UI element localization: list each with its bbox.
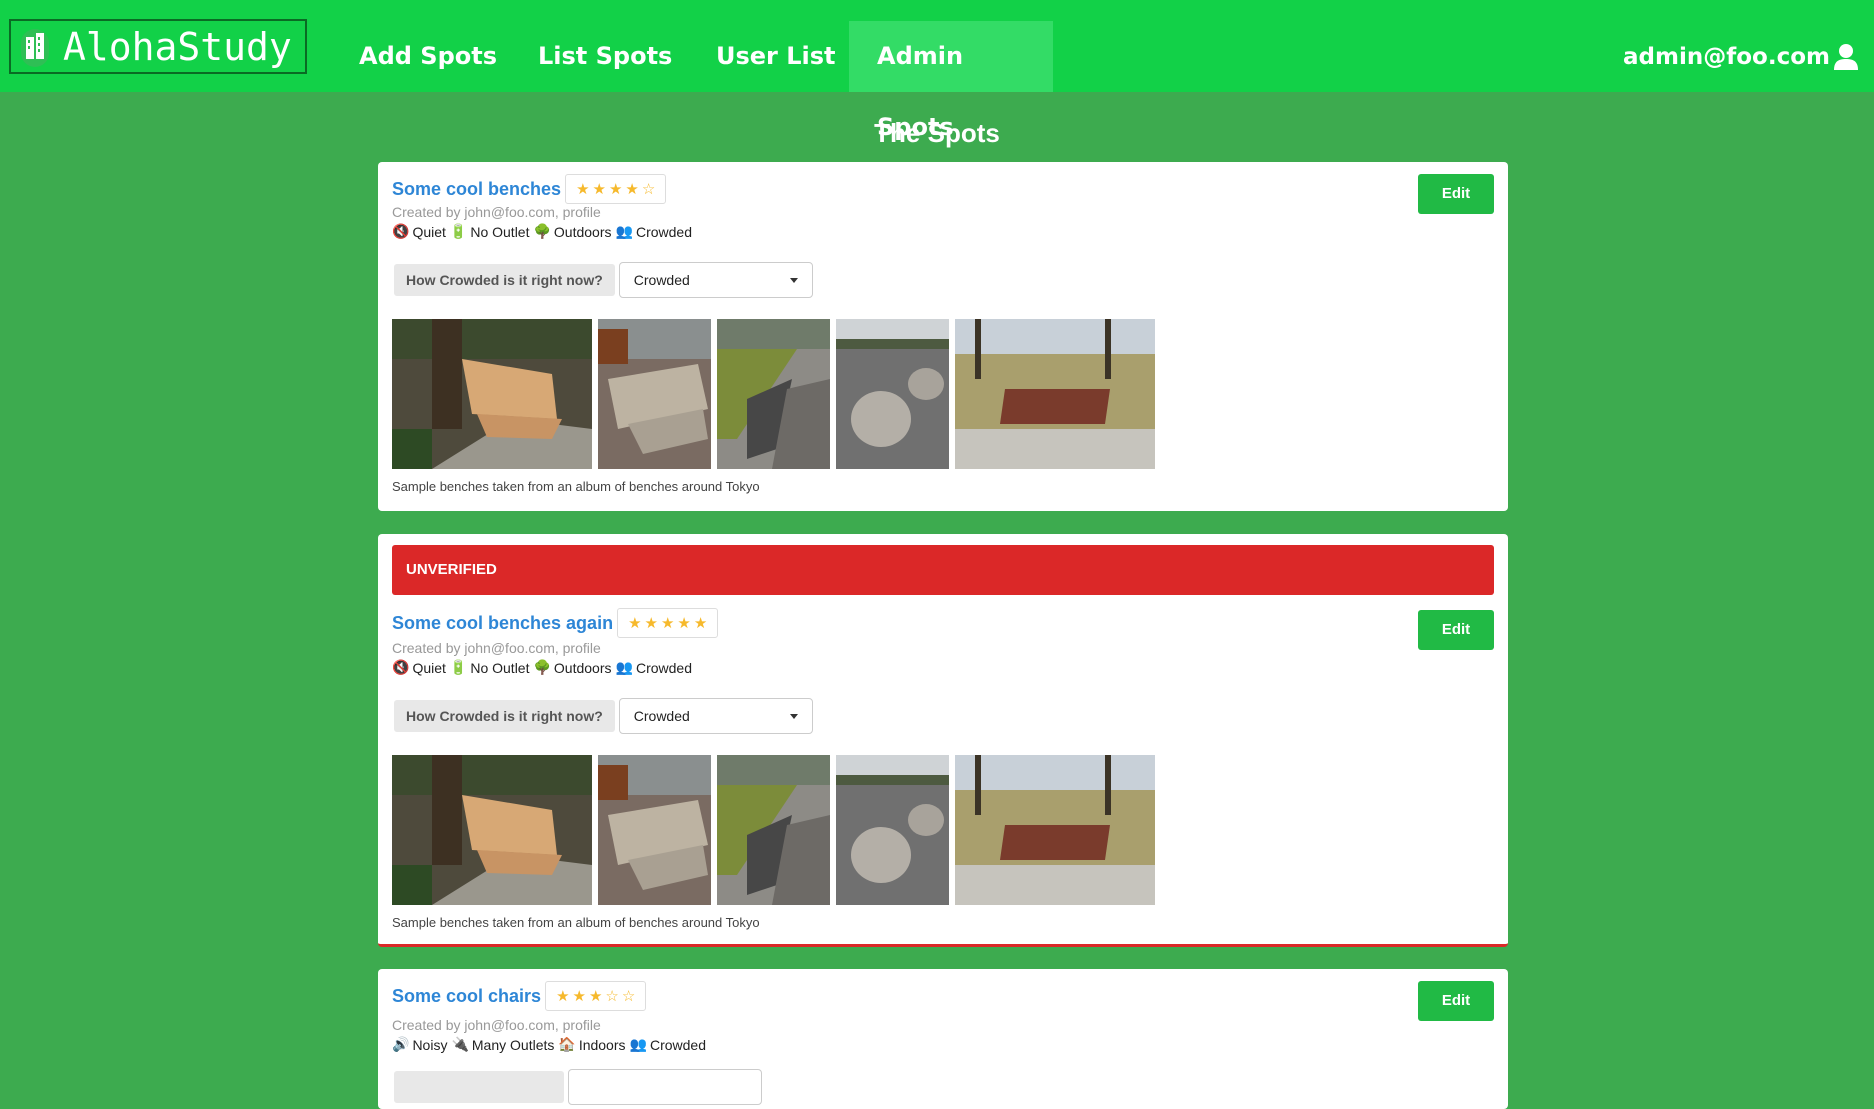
crowd-input-group: How Crowded is it right now? Crowded	[394, 262, 813, 298]
spot-tags: 🔇 Quiet 🔋 No Outlet 🌳 Outdoors 👥 Crowded	[392, 223, 696, 240]
user-email: admin@foo.com	[1623, 43, 1830, 70]
photo-strip	[392, 755, 1155, 905]
tag-label: Quiet	[412, 223, 446, 240]
crowd-select-value: Crowded	[633, 708, 690, 724]
star-filled-icon: ★	[592, 181, 606, 198]
caret-down-icon	[789, 277, 798, 283]
tree-icon: 🌳	[533, 223, 551, 239]
bench-photo[interactable]	[392, 755, 592, 905]
star-filled-icon: ★	[660, 615, 675, 632]
tag-label: Quiet	[412, 659, 446, 676]
crowd-select[interactable]: Crowded	[618, 262, 813, 298]
spot-creator: Created by john@foo.com, profile	[392, 640, 601, 656]
bench-photo[interactable]	[598, 755, 711, 905]
star-rating[interactable]: ★ ★ ★ ☆ ☆	[545, 981, 647, 1011]
speaker-mute-icon: 🔇	[392, 223, 410, 239]
spot-tags: 🔊 Noisy 🔌 Many Outlets 🏠 Indoors 👥 Crowded	[392, 1036, 710, 1053]
star-empty-icon: ☆	[621, 988, 636, 1005]
tree-icon: 🌳	[533, 659, 551, 675]
nav-user-list[interactable]: User List	[688, 21, 864, 92]
nav-admin-spots[interactable]: Admin Spots	[849, 21, 1053, 141]
crowd-label: How Crowded is it right now?	[394, 700, 615, 732]
unverified-banner: UNVERIFIED	[392, 545, 1494, 595]
photo-strip	[392, 319, 1155, 469]
bench-photo[interactable]	[836, 755, 949, 905]
crowd-input-group	[394, 1069, 762, 1105]
tag-label: Crowded	[635, 659, 692, 676]
star-rating[interactable]: ★ ★ ★ ★ ☆	[565, 174, 667, 204]
bench-photo[interactable]	[717, 755, 830, 905]
star-empty-icon: ☆	[641, 181, 656, 198]
people-icon: 👥	[629, 1036, 647, 1052]
tag-label: Crowded	[649, 1036, 706, 1053]
star-filled-icon: ★	[556, 988, 570, 1005]
star-filled-icon: ★	[628, 615, 642, 632]
speaker-loud-icon: 🔊	[392, 1036, 410, 1052]
spot-card: UNVERIFIED Some cool benches again ★ ★ ★…	[378, 534, 1508, 947]
app-name: AlohaStudy	[63, 24, 292, 69]
bench-photo[interactable]	[955, 319, 1155, 469]
tag-label: No Outlet	[470, 223, 530, 240]
tag-label: Indoors	[578, 1036, 626, 1053]
battery-icon: 🔋	[449, 223, 468, 239]
spot-name-link[interactable]: Some cool chairs	[392, 986, 541, 1007]
crowd-select-value: Crowded	[633, 272, 690, 288]
star-filled-icon: ★	[625, 181, 639, 198]
star-filled-icon: ★	[693, 615, 708, 632]
people-icon: 👥	[615, 659, 633, 675]
speaker-mute-icon: 🔇	[392, 659, 410, 675]
bench-photo[interactable]	[836, 319, 949, 469]
tag-label: Many Outlets	[471, 1036, 555, 1053]
spot-card: Some cool chairs ★ ★ ★ ☆ ☆ Created by jo…	[378, 969, 1508, 1109]
tag-label: Outdoors	[553, 659, 612, 676]
star-filled-icon: ★	[576, 181, 590, 198]
building-logo-icon	[21, 28, 49, 67]
user-menu[interactable]: admin@foo.com	[1623, 21, 1860, 92]
bench-photo[interactable]	[392, 319, 592, 469]
star-filled-icon: ★	[677, 615, 691, 632]
spot-tags: 🔇 Quiet 🔋 No Outlet 🌳 Outdoors 👥 Crowded	[392, 659, 696, 676]
battery-icon: 🔋	[449, 659, 468, 675]
star-filled-icon: ★	[644, 615, 658, 632]
page-title: The Spots	[874, 118, 1000, 148]
user-icon	[1834, 43, 1858, 70]
star-filled-icon: ★	[608, 181, 623, 198]
edit-button[interactable]: Edit	[1418, 174, 1494, 214]
bench-photo[interactable]	[717, 319, 830, 469]
crowd-select[interactable]	[568, 1069, 762, 1105]
edit-button[interactable]: Edit	[1418, 981, 1494, 1021]
tag-label: Outdoors	[553, 223, 612, 240]
spot-creator: Created by john@foo.com, profile	[392, 204, 601, 220]
crowd-label: How Crowded is it right now?	[394, 264, 615, 296]
plug-icon: 🔌	[451, 1036, 469, 1052]
tag-label: No Outlet	[470, 659, 530, 676]
spot-card: Some cool benches ★ ★ ★ ★ ☆ Created by j…	[378, 162, 1508, 511]
spot-caption: Sample benches taken from an album of be…	[392, 915, 760, 930]
star-filled-icon: ★	[572, 988, 586, 1005]
star-rating[interactable]: ★ ★ ★ ★ ★	[617, 608, 719, 638]
spot-creator: Created by john@foo.com, profile	[392, 1017, 601, 1033]
bench-photo[interactable]	[598, 319, 711, 469]
spot-name-link[interactable]: Some cool benches again	[392, 613, 613, 634]
nav-add-spots[interactable]: Add Spots	[331, 21, 525, 92]
spot-name-link[interactable]: Some cool benches	[392, 179, 561, 200]
top-navbar: AlohaStudy Add Spots List Spots User Lis…	[0, 0, 1874, 141]
caret-down-icon	[789, 713, 798, 719]
house-icon: 🏠	[558, 1036, 576, 1052]
tag-label: Noisy	[412, 1036, 448, 1053]
star-filled-icon: ★	[588, 988, 603, 1005]
spot-caption: Sample benches taken from an album of be…	[392, 479, 760, 494]
people-icon: 👥	[615, 223, 633, 239]
edit-button[interactable]: Edit	[1418, 610, 1494, 650]
crowd-label	[394, 1071, 564, 1103]
bench-photo[interactable]	[955, 755, 1155, 905]
crowd-select[interactable]: Crowded	[618, 698, 813, 734]
tag-label: Crowded	[635, 223, 692, 240]
nav-list-spots[interactable]: List Spots	[510, 21, 700, 92]
crowd-input-group: How Crowded is it right now? Crowded	[394, 698, 813, 734]
star-empty-icon: ☆	[605, 988, 619, 1005]
brand-logo-link[interactable]: AlohaStudy	[9, 19, 307, 74]
